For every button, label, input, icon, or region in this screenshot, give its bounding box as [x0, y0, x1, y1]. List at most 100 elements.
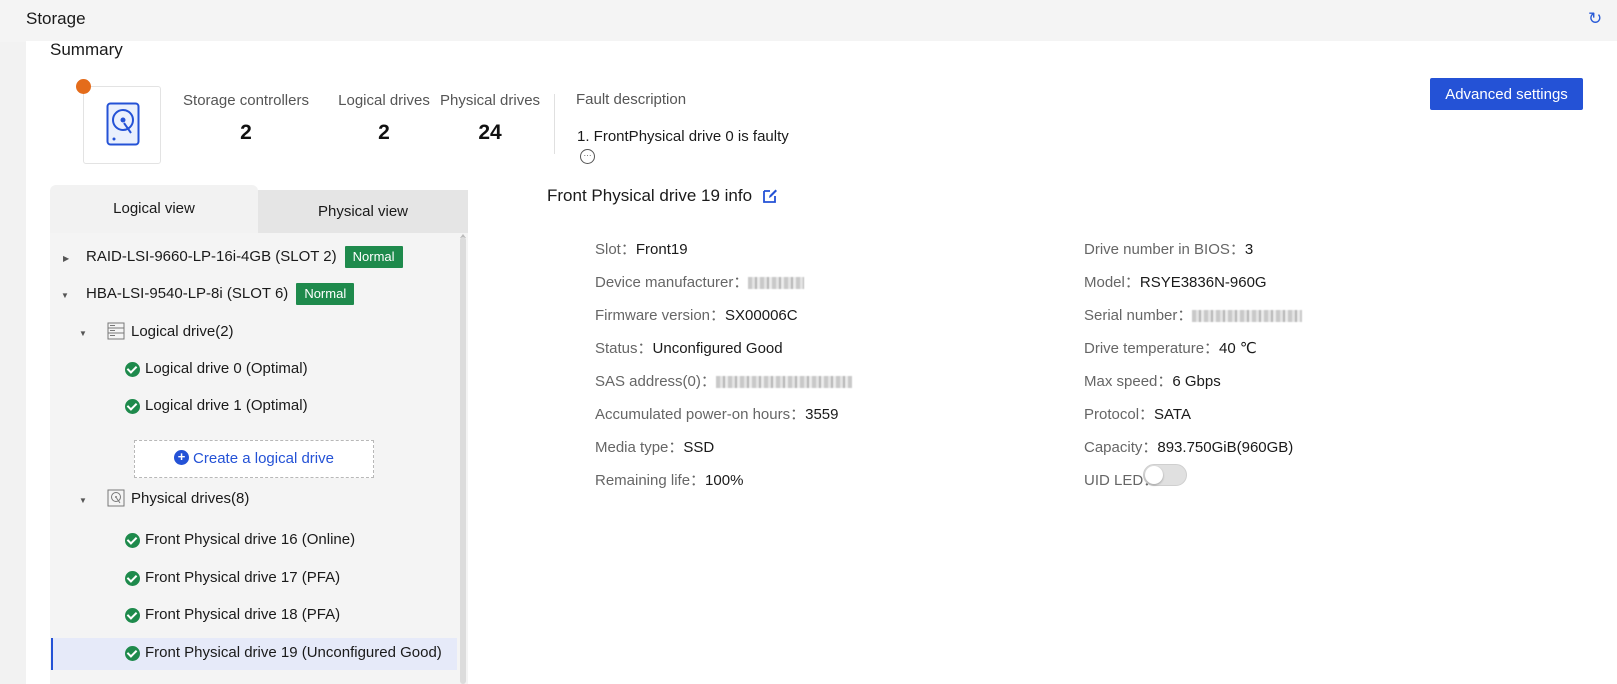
fault-item: 1. FrontPhysical drive 0 is faulty — [577, 128, 789, 145]
info-model: Model：RSYE3836N-960G — [1084, 271, 1267, 292]
info-value: 6 Gbps — [1172, 373, 1221, 390]
info-value: SSD — [683, 439, 715, 456]
info-value: SX00006C — [725, 307, 798, 324]
hard-drive-icon — [106, 102, 140, 146]
controller-label: HBA-LSI-9540-LP-8i (SLOT 6) — [86, 285, 289, 302]
fault-description-label: Fault description — [576, 91, 687, 108]
redacted-value — [748, 277, 805, 290]
chevron-down-icon[interactable]: ▼ — [61, 291, 69, 300]
stat-physical-drives: Physical drives 24 — [440, 92, 540, 145]
info-max-speed: Max speed：6 Gbps — [1084, 370, 1221, 391]
info-key: Remaining life： — [595, 472, 706, 489]
stat-value: 2 — [240, 121, 252, 144]
stat-label: Logical drives — [338, 92, 430, 109]
info-firmware-version: Firmware version：SX00006C — [595, 304, 798, 325]
status-badge: Normal — [296, 283, 355, 306]
info-value: 100% — [705, 472, 744, 489]
info-value: Front19 — [635, 241, 688, 258]
redacted-value — [715, 376, 852, 389]
tree-physical-drive-19[interactable]: Front Physical drive 19 (Unconfigured Go… — [145, 641, 442, 665]
info-key: Media type： — [595, 439, 684, 456]
check-circle-icon — [125, 646, 140, 661]
stat-value: 24 — [478, 121, 502, 144]
info-value: 40 ℃ — [1219, 340, 1257, 357]
info-key: Slot： — [595, 241, 636, 258]
info-device-manufacturer: Device manufacturer： — [595, 271, 805, 292]
edit-icon[interactable] — [762, 188, 778, 204]
info-value: Unconfigured Good — [652, 340, 783, 357]
tree-controller-hba[interactable]: HBA-LSI-9540-LP-8i (SLOT 6) Normal — [86, 282, 355, 306]
stat-logical-drives: Logical drives 2 — [329, 92, 439, 145]
info-capacity: Capacity：893.750GiB(960GB) — [1084, 436, 1293, 457]
info-key: Protocol： — [1084, 406, 1155, 423]
check-circle-icon — [125, 608, 140, 623]
redacted-value — [1192, 310, 1303, 323]
storage-card — [83, 86, 161, 164]
plus-circle-icon: + — [174, 449, 190, 465]
tree-physical-drive-17[interactable]: Front Physical drive 17 (PFA) — [145, 566, 340, 590]
info-value: SATA — [1154, 406, 1191, 423]
advanced-settings-button[interactable]: Advanced settings — [1430, 78, 1583, 110]
stat-value: 2 — [378, 121, 390, 144]
info-serial-number: Serial number： — [1084, 304, 1303, 325]
chevron-down-icon[interactable]: ▼ — [79, 496, 87, 505]
info-key: Capacity： — [1084, 439, 1158, 456]
info-sas-address: SAS address(0)： — [595, 370, 852, 391]
tree-controller-raid[interactable]: RAID-LSI-9660-LP-16i-4GB (SLOT 2) Normal — [86, 245, 403, 269]
stat-label: Physical drives — [440, 92, 541, 109]
tree-logical-drive-0[interactable]: Logical drive 0 (Optimal) — [145, 357, 308, 381]
tree-physical-drive-18[interactable]: Front Physical drive 18 (PFA) — [145, 603, 340, 627]
info-value: 3559 — [805, 406, 839, 423]
info-remaining-life: Remaining life：100% — [595, 469, 743, 490]
info-key: Drive number in BIOS： — [1084, 241, 1245, 258]
refresh-icon[interactable]: ↻ — [1588, 10, 1606, 28]
more-icon[interactable]: ··· — [580, 149, 595, 164]
info-key: Firmware version： — [595, 307, 726, 324]
info-value: 893.750GiB(960GB) — [1157, 439, 1294, 456]
info-key: Status： — [595, 340, 653, 357]
info-status: Status：Unconfigured Good — [595, 337, 783, 358]
check-circle-icon — [125, 399, 140, 414]
info-key: Serial number： — [1084, 307, 1193, 324]
controller-label: RAID-LSI-9660-LP-16i-4GB (SLOT 2) — [86, 248, 337, 265]
info-slot: Slot：Front19 — [595, 238, 688, 259]
info-key: Max speed： — [1084, 373, 1173, 390]
status-badge: Normal — [344, 246, 403, 269]
divider — [554, 94, 555, 154]
info-protocol: Protocol：SATA — [1084, 403, 1191, 424]
info-drive-temperature: Drive temperature：40 ℃ — [1084, 337, 1257, 358]
alert-dot — [76, 79, 91, 94]
tree-logical-group[interactable]: Logical drive(2) — [131, 320, 234, 344]
stat-storage-controllers: Storage controllers 2 — [182, 92, 310, 145]
create-logical-drive-button[interactable]: + Create a logical drive — [134, 440, 374, 478]
info-value: RSYE3836N-960G — [1139, 274, 1267, 291]
create-label: Create a logical drive — [193, 450, 334, 467]
info-key: Model： — [1084, 274, 1140, 291]
info-key: SAS address(0)： — [595, 373, 716, 390]
tree-physical-drive-16[interactable]: Front Physical drive 16 (Online) — [145, 528, 355, 552]
summary-title: Summary — [50, 40, 123, 59]
page-title: Storage — [26, 9, 86, 28]
info-media-type: Media type：SSD — [595, 436, 714, 457]
chevron-down-icon[interactable]: ▼ — [79, 329, 87, 338]
uid-led-toggle[interactable] — [1143, 464, 1187, 486]
tab-logical-view[interactable]: Logical view — [50, 185, 258, 233]
physical-drive-icon — [107, 489, 125, 507]
info-key: Drive temperature： — [1084, 340, 1220, 357]
logical-drive-icon — [107, 322, 125, 340]
info-value: 3 — [1244, 241, 1254, 258]
toggle-knob — [1145, 466, 1163, 484]
top-bar: Storage ↻ — [0, 0, 1617, 42]
tree-logical-drive-1[interactable]: Logical drive 1 (Optimal) — [145, 394, 308, 418]
check-circle-icon — [125, 571, 140, 586]
info-bios-drive-number: Drive number in BIOS：3 — [1084, 238, 1253, 259]
chevron-right-icon[interactable]: ▶ — [63, 254, 69, 263]
tree-scrollbar[interactable] — [460, 237, 466, 684]
check-circle-icon — [125, 362, 140, 377]
info-key: Accumulated power-on hours： — [595, 406, 806, 423]
check-circle-icon — [125, 533, 140, 548]
tree-physical-group[interactable]: Physical drives(8) — [131, 487, 249, 511]
tab-physical-view[interactable]: Physical view — [258, 190, 468, 233]
info-power-on-hours: Accumulated power-on hours：3559 — [595, 403, 838, 424]
info-key: Device manufacturer： — [595, 274, 749, 291]
